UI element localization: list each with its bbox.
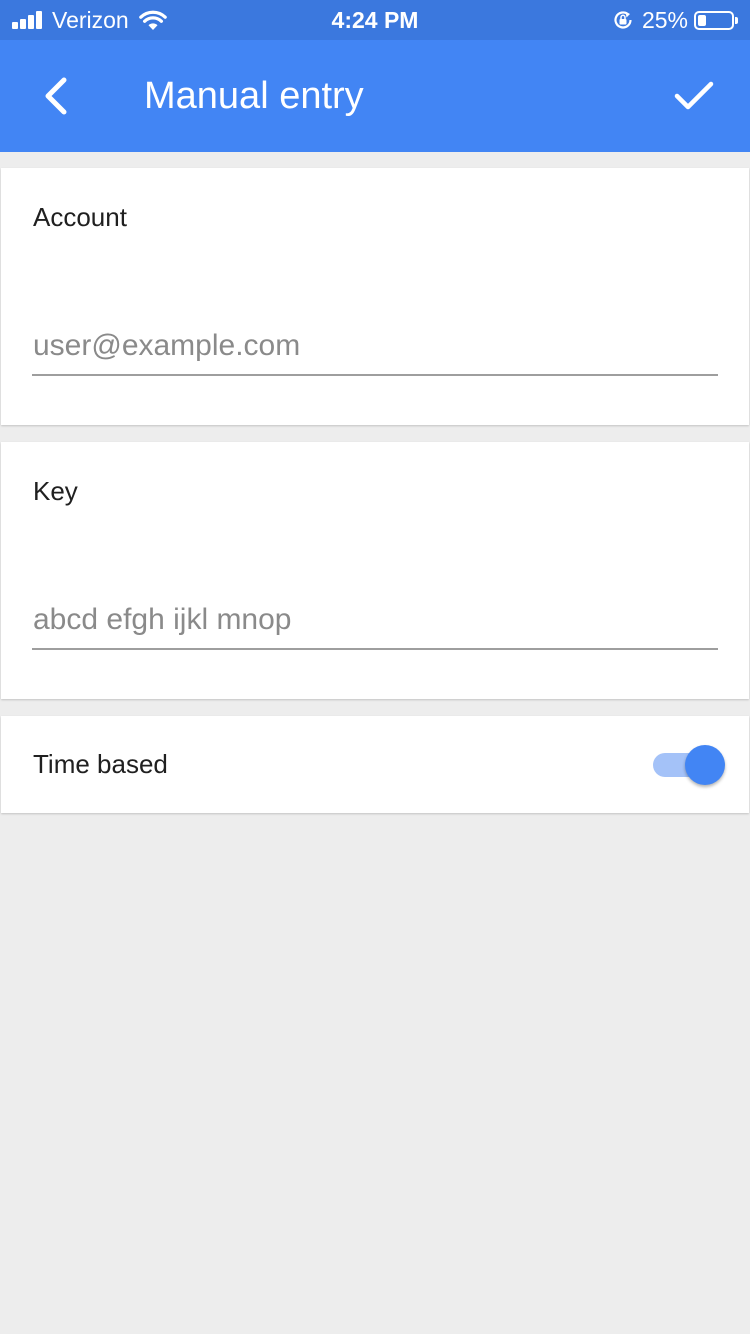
page-title: Manual entry	[144, 75, 364, 117]
battery-icon	[694, 10, 734, 30]
confirm-button[interactable]	[664, 66, 724, 126]
back-button[interactable]	[26, 66, 86, 126]
key-card: Key	[1, 442, 749, 699]
battery-percent: 25%	[641, 6, 688, 33]
account-label: Account	[33, 202, 127, 232]
app-bar: Manual entry	[0, 40, 750, 152]
time-based-label: Time based	[33, 749, 168, 779]
key-label: Key	[33, 476, 78, 506]
time-based-card: Time based	[1, 716, 749, 813]
account-card: Account	[1, 168, 749, 425]
account-input[interactable]	[32, 318, 718, 376]
key-input[interactable]	[32, 592, 718, 650]
battery-level	[698, 14, 706, 26]
orientation-lock-icon	[614, 11, 632, 29]
status-bar: Verizon 4:24 PM 25%	[0, 0, 750, 40]
toggle-thumb	[685, 745, 725, 785]
status-right: 25%	[612, 0, 738, 40]
chevron-left-icon	[45, 77, 67, 115]
battery-cap	[735, 16, 738, 24]
time-based-toggle[interactable]	[651, 745, 725, 785]
check-icon	[674, 81, 714, 110]
